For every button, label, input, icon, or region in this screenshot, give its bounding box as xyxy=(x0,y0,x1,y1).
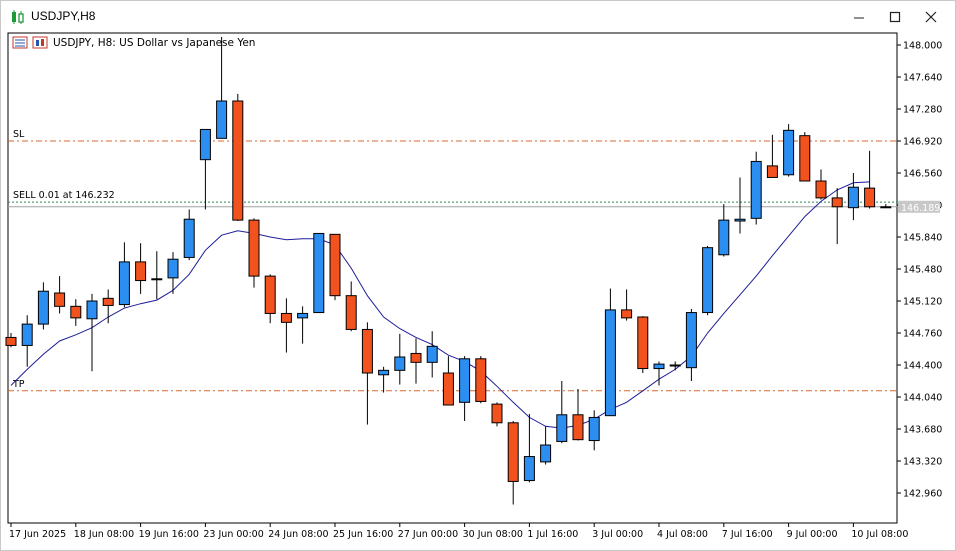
bear-candle xyxy=(815,180,827,199)
bull-candle xyxy=(783,129,795,176)
x-tick-label: 19 Jun 16:00 xyxy=(139,529,199,540)
x-tick-label: 9 Jul 00:00 xyxy=(787,529,838,540)
current-price-label: 146.189 xyxy=(901,203,940,214)
bull-candle xyxy=(297,312,309,319)
bull-candle xyxy=(588,416,600,442)
bull-candle xyxy=(880,206,892,209)
bear-candle xyxy=(507,422,519,482)
order-line-label: TP xyxy=(12,379,25,390)
y-tick-label: 147.280 xyxy=(903,105,942,116)
bull-candle xyxy=(540,444,552,463)
x-tick-label: 24 Jun 08:00 xyxy=(268,529,328,540)
bear-candle xyxy=(621,309,633,319)
bear-candle xyxy=(491,403,503,424)
y-tick-label: 144.760 xyxy=(903,329,942,340)
x-tick-label: 23 Jun 00:00 xyxy=(203,529,263,540)
x-tick-label: 7 Jul 16:00 xyxy=(722,529,773,540)
bear-candle xyxy=(831,197,843,208)
x-tick-label: 30 Jun 08:00 xyxy=(463,529,523,540)
bull-candle xyxy=(183,218,195,258)
bull-candle xyxy=(847,186,859,209)
x-tick-label: 25 Jun 16:00 xyxy=(333,529,393,540)
bear-candle xyxy=(232,100,244,221)
y-tick-label: 147.640 xyxy=(903,73,942,84)
bull-candle xyxy=(313,232,325,314)
y-tick-label: 146.920 xyxy=(903,137,942,148)
y-tick-label: 145.480 xyxy=(903,265,942,276)
bear-candle xyxy=(799,135,811,182)
bull-candle xyxy=(702,247,714,314)
y-tick-label: 145.120 xyxy=(903,297,942,308)
bull-candle xyxy=(750,160,762,219)
chart-type-icon-bar xyxy=(41,39,44,46)
price-chart[interactable]: USDJPY, H8: US Dollar vs Japanese Yen 148… xyxy=(0,0,956,551)
y-tick-label: 143.680 xyxy=(903,425,942,436)
y-tick-label: 148.000 xyxy=(903,41,942,52)
bull-candle xyxy=(685,312,697,369)
order-line-label: SL xyxy=(13,129,25,140)
bull-candle xyxy=(394,356,406,371)
x-tick-label: 27 Jun 00:00 xyxy=(398,529,458,540)
chart-type-icon-bar xyxy=(36,40,39,46)
bear-candle xyxy=(102,297,114,306)
bull-candle xyxy=(523,456,535,482)
bull-candle xyxy=(653,363,665,370)
bear-candle xyxy=(70,305,82,319)
y-tick-label: 145.840 xyxy=(903,233,942,244)
x-tick-label: 10 Jul 08:00 xyxy=(851,529,908,540)
x-tick-label: 1 Jul 16:00 xyxy=(527,529,578,540)
bull-candle xyxy=(216,100,228,139)
bear-candle xyxy=(361,328,373,374)
bull-candle xyxy=(199,128,211,161)
bear-candle xyxy=(329,233,341,297)
bull-candle xyxy=(604,309,616,417)
bull-candle xyxy=(37,290,49,325)
bull-candle xyxy=(378,369,390,376)
bear-candle xyxy=(637,316,649,370)
bull-candle xyxy=(718,219,730,256)
y-tick-label: 143.320 xyxy=(903,457,942,468)
bear-candle xyxy=(264,275,276,314)
bear-candle xyxy=(248,219,260,277)
bear-candle xyxy=(864,187,876,208)
bull-candle xyxy=(86,300,98,320)
x-tick-label: 18 Jun 08:00 xyxy=(74,529,134,540)
bull-candle xyxy=(167,258,179,279)
y-tick-label: 144.400 xyxy=(903,361,942,372)
bull-candle xyxy=(118,261,130,306)
bear-candle xyxy=(54,292,66,307)
bear-candle xyxy=(5,336,17,346)
bear-candle xyxy=(442,372,454,406)
bear-candle xyxy=(572,414,584,441)
bull-candle xyxy=(426,345,438,363)
y-tick-label: 146.560 xyxy=(903,169,942,180)
chart-type-icon xyxy=(32,36,48,49)
bear-candle xyxy=(345,295,357,330)
x-tick-label: 4 Jul 08:00 xyxy=(657,529,708,540)
bear-candle xyxy=(280,312,292,323)
x-tick-label: 3 Jul 00:00 xyxy=(592,529,643,540)
order-line-label: SELL 0.01 at 146.232 xyxy=(13,190,115,201)
bear-candle xyxy=(766,165,778,178)
bear-candle xyxy=(135,261,147,282)
bear-candle xyxy=(475,358,487,402)
y-tick-label: 142.960 xyxy=(903,489,942,500)
bull-candle xyxy=(734,218,746,222)
bull-candle xyxy=(556,414,568,442)
y-tick-label: 144.040 xyxy=(903,393,942,404)
symbol-info-text: USDJPY, H8: US Dollar vs Japanese Yen xyxy=(53,37,255,49)
bull-candle xyxy=(459,358,471,403)
bull-candle xyxy=(669,364,681,367)
bull-candle xyxy=(21,323,33,346)
bear-candle xyxy=(410,352,422,363)
x-tick-label: 17 Jun 2025 xyxy=(9,529,66,540)
bear-candle xyxy=(151,278,163,281)
